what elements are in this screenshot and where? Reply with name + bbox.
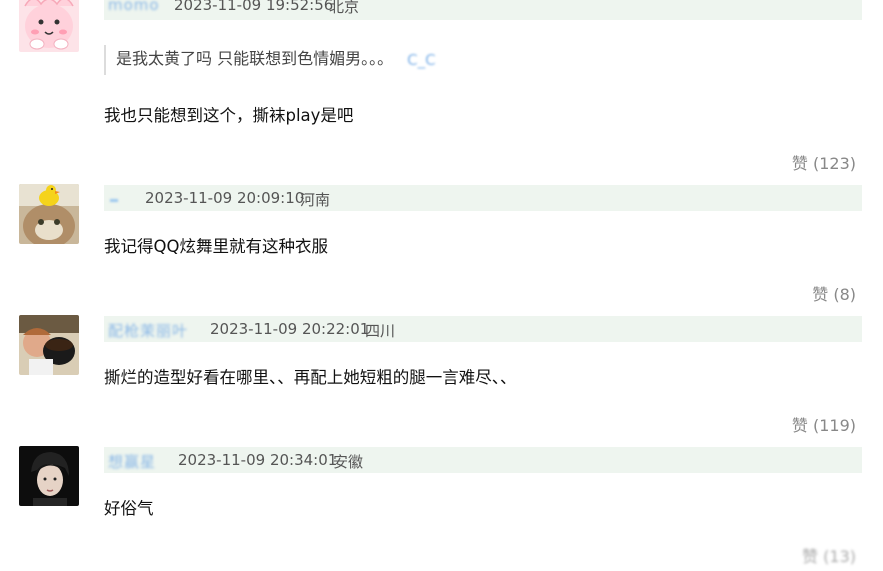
comment-text: 好俗气 [104, 499, 154, 518]
like-count: (8) [833, 285, 856, 304]
avatar[interactable] [19, 315, 79, 375]
username-link[interactable]: 想赢星 [108, 451, 156, 472]
comment-meta-bar: 2023-11-09 20:09:10 河南 [104, 185, 862, 211]
like-label: 赞 [812, 285, 829, 304]
quoted-emoticon: C_C [407, 50, 436, 69]
avatar[interactable] [19, 446, 79, 506]
location: 安徽 [333, 453, 364, 471]
like-button[interactable]: 赞 (123) [792, 150, 856, 174]
username-link[interactable]: momo [108, 0, 160, 14]
timestamp: 2023-11-09 20:34:01 [178, 451, 338, 469]
username-link[interactable]: 配枪茉丽叶 [108, 320, 188, 341]
like-label: 赞 [791, 154, 808, 173]
avatar[interactable] [19, 184, 79, 244]
like-label: 赞 [791, 416, 808, 435]
username-link[interactable] [110, 199, 118, 202]
timestamp: 2023-11-09 20:09:10 [145, 189, 305, 207]
like-count: (13) [823, 547, 856, 566]
timestamp: 2023-11-09 19:52:56 [174, 0, 334, 14]
like-button[interactable]: 赞 (119) [792, 412, 856, 436]
like-count: (123) [812, 154, 856, 173]
location: 北京 [329, 0, 360, 16]
comment-text: 撕烂的造型好看在哪里、、再配上她短粗的腿一言难尽、、 [104, 368, 517, 387]
avatar[interactable] [19, 0, 79, 52]
quoted-text: 是我太黄了吗 只能联想到色情媚男。。。 [116, 49, 394, 68]
location: 四川 [365, 322, 396, 340]
comment-text: 我记得QQ炫舞里就有这种衣服 [104, 237, 328, 256]
like-count: (119) [812, 416, 856, 435]
like-label: 赞 [802, 547, 819, 566]
comment-meta-bar: momo 2023-11-09 19:52:56 北京 [104, 0, 862, 20]
like-button[interactable]: 赞 (13) [802, 543, 856, 567]
quoted-comment: 是我太黄了吗 只能联想到色情媚男。。。 C_C [104, 45, 436, 75]
location: 河南 [300, 191, 331, 209]
comment-text: 我也只能想到这个，撕袜play是吧 [104, 106, 354, 125]
timestamp: 2023-11-09 20:22:01 [210, 320, 370, 338]
comment-meta-bar: 配枪茉丽叶 2023-11-09 20:22:01 四川 [104, 316, 862, 342]
comment-meta-bar: 想赢星 2023-11-09 20:34:01 安徽 [104, 447, 862, 473]
like-button[interactable]: 赞 (8) [812, 281, 856, 305]
